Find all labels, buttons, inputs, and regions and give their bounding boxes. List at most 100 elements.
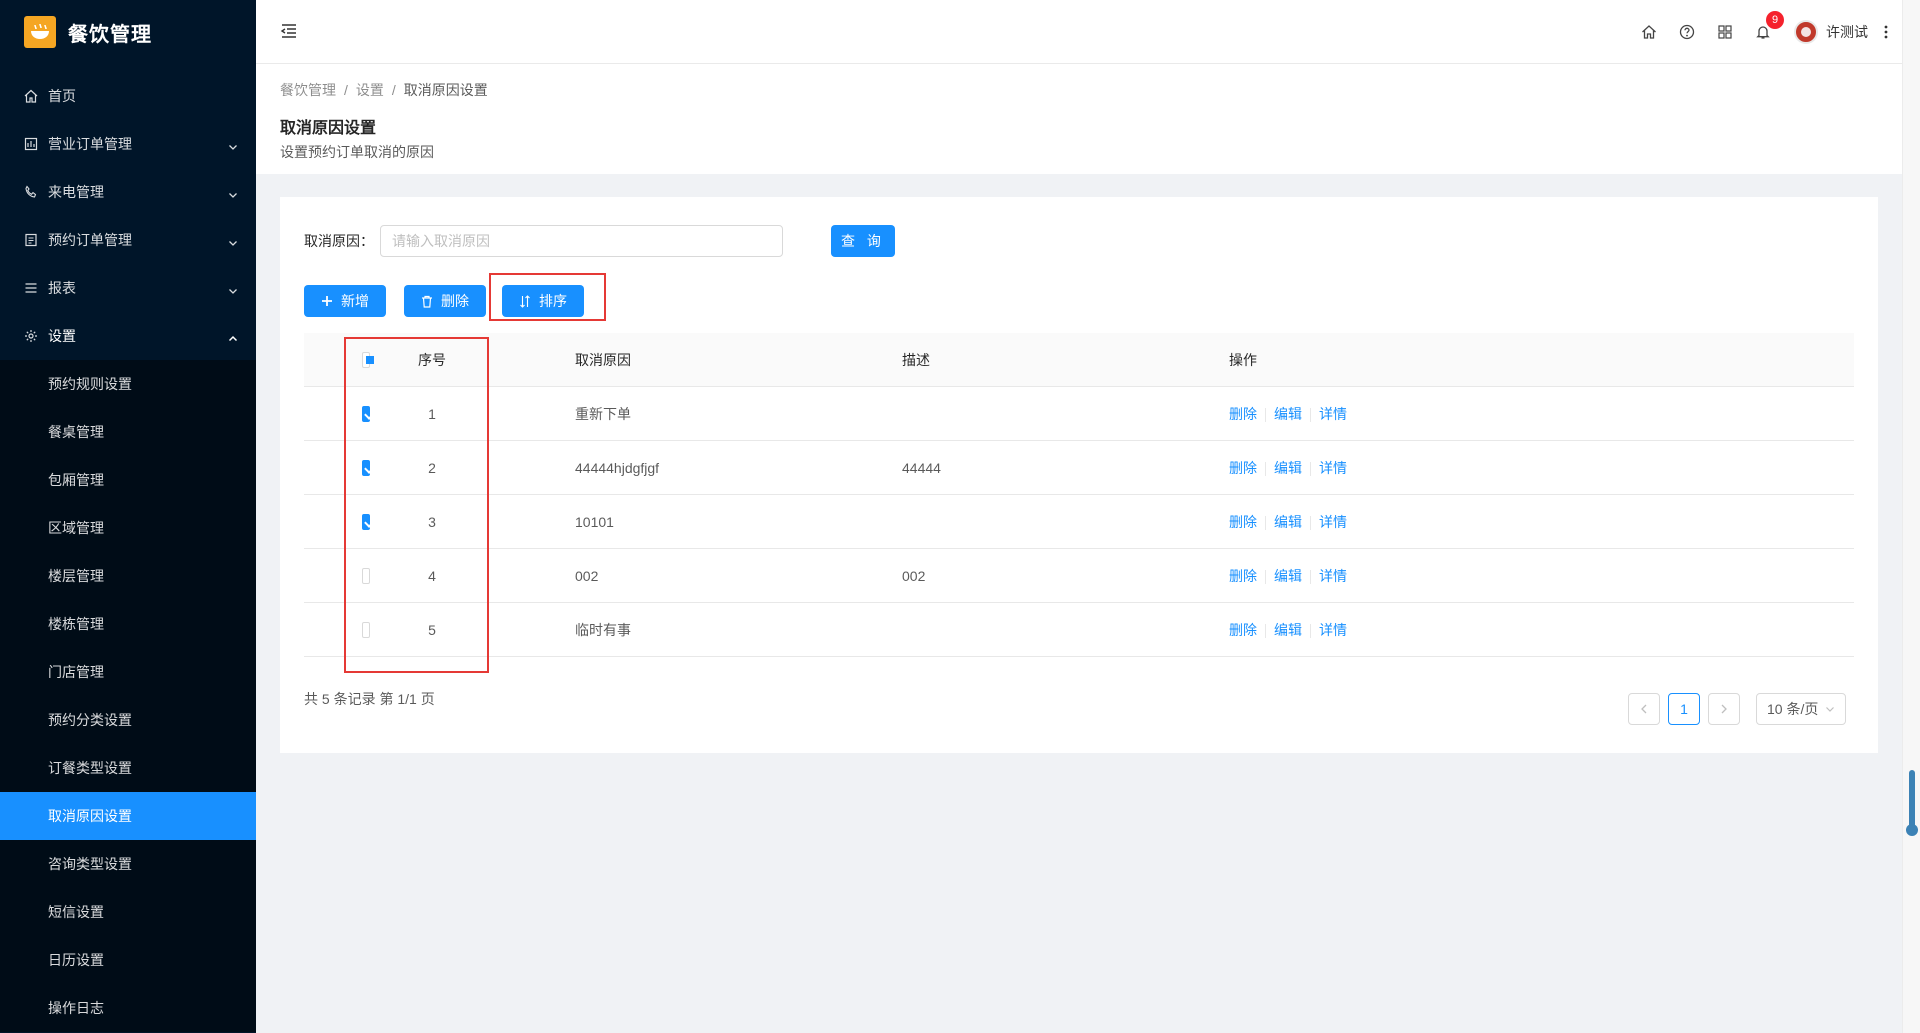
add-button[interactable]: 新增 <box>304 285 386 317</box>
delete-button[interactable]: 删除 <box>404 285 486 317</box>
highlight-box-sort <box>489 273 606 321</box>
sidebar-item-calls[interactable]: 来电管理 <box>0 168 256 216</box>
page-size-select[interactable]: 10 条/页 <box>1756 693 1846 725</box>
sidebar-item-label: 来电管理 <box>48 184 104 200</box>
row-index: 3 <box>428 513 436 530</box>
sidebar-item-areas[interactable]: 区域管理 <box>0 504 256 552</box>
sidebar-item-cancel-reasons[interactable]: 取消原因设置 <box>0 792 256 840</box>
sidebar-item-reports[interactable]: 报表 <box>0 264 256 312</box>
apps-grid-icon[interactable] <box>1706 0 1744 64</box>
row-actions: 删除 编辑 详情 <box>1229 566 1854 586</box>
row-edit-link[interactable]: 编辑 <box>1274 406 1302 422</box>
page-description: 设置预约订单取消的原因 <box>280 144 434 160</box>
row-checkbox[interactable] <box>362 567 370 584</box>
sidebar-item-reservation-categories[interactable]: 预约分类设置 <box>0 696 256 744</box>
row-delete-link[interactable]: 删除 <box>1229 622 1257 638</box>
row-detail-link[interactable]: 详情 <box>1319 622 1347 638</box>
select-all-checkbox[interactable] <box>362 351 374 368</box>
prev-page-button[interactable] <box>1628 693 1660 725</box>
query-button[interactable]: 查 询 <box>831 225 895 257</box>
sidebar-item-label: 预约订单管理 <box>48 232 132 248</box>
more-vertical-icon[interactable] <box>1876 0 1896 64</box>
row-reason: 10101 <box>575 513 614 530</box>
sidebar-item-meal-types[interactable]: 订餐类型设置 <box>0 744 256 792</box>
row-checkbox[interactable] <box>362 405 370 422</box>
sidebar-item-inquiry-types[interactable]: 咨询类型设置 <box>0 840 256 888</box>
sidebar-item-label: 预约分类设置 <box>48 712 132 728</box>
chevron-down-icon <box>228 187 238 198</box>
chevron-down-icon <box>228 139 238 150</box>
sidebar-item-home[interactable]: 首页 <box>0 72 256 120</box>
row-edit-link[interactable]: 编辑 <box>1274 514 1302 530</box>
row-reason: 002 <box>575 567 599 584</box>
row-delete-link[interactable]: 删除 <box>1229 568 1257 584</box>
sidebar-item-floors[interactable]: 楼层管理 <box>0 552 256 600</box>
row-checkbox[interactable] <box>362 621 370 638</box>
row-checkbox[interactable] <box>362 513 370 530</box>
cancel-reason-search-input[interactable] <box>380 225 783 257</box>
row-detail-link[interactable]: 详情 <box>1319 514 1347 530</box>
settings-submenu: 预约规则设置 餐桌管理 包厢管理 区域管理 楼层管理 楼栋管理 门店管理 预约分… <box>0 360 256 1032</box>
action-divider <box>1310 515 1311 530</box>
sidebar-item-operation-log[interactable]: 操作日志 <box>0 984 256 1032</box>
sidebar-item-buildings[interactable]: 楼栋管理 <box>0 600 256 648</box>
vertical-scrollbar[interactable] <box>1902 0 1920 1033</box>
next-page-button[interactable] <box>1708 693 1740 725</box>
sidebar-item-label: 门店管理 <box>48 664 104 680</box>
table-row: 4 002 002 删除 编辑 详情 <box>304 549 1854 603</box>
sidebar-item-settings[interactable]: 设置 <box>0 312 256 360</box>
sidebar-item-label: 短信设置 <box>48 904 104 920</box>
action-divider <box>1310 623 1311 638</box>
page-header: 餐饮管理 / 设置 / 取消原因设置 取消原因设置 设置预约订单取消的原因 <box>256 64 1902 174</box>
home-icon[interactable] <box>1630 0 1668 64</box>
row-edit-link[interactable]: 编辑 <box>1274 568 1302 584</box>
row-edit-link[interactable]: 编辑 <box>1274 622 1302 638</box>
sidebar-item-business-orders[interactable]: 营业订单管理 <box>0 120 256 168</box>
row-actions: 删除 编辑 详情 <box>1229 458 1854 478</box>
sidebar-item-private-rooms[interactable]: 包厢管理 <box>0 456 256 504</box>
row-detail-link[interactable]: 详情 <box>1319 568 1347 584</box>
row-checkbox-cell <box>304 513 370 530</box>
sidebar-item-label: 日历设置 <box>48 952 104 968</box>
row-detail-link[interactable]: 详情 <box>1319 460 1347 476</box>
column-header-description: 描述 <box>902 351 930 368</box>
sidebar-item-label: 包厢管理 <box>48 472 104 488</box>
help-icon[interactable] <box>1668 0 1706 64</box>
toolbar: 新增 删除 排序 <box>304 273 1854 321</box>
row-reason: 44444hjdgfjgf <box>575 459 660 476</box>
action-divider <box>1265 623 1266 638</box>
menu-fold-icon[interactable] <box>280 22 298 43</box>
header-checkbox-cell <box>304 351 374 368</box>
sidebar-item-label: 楼层管理 <box>48 568 104 584</box>
breadcrumb-item[interactable]: 餐饮管理 <box>280 80 336 100</box>
sidebar-item-reservation-orders[interactable]: 预约订单管理 <box>0 216 256 264</box>
table-header: 序号 取消原因 描述 操作 <box>304 333 1854 387</box>
row-detail-link[interactable]: 详情 <box>1319 406 1347 422</box>
row-checkbox[interactable] <box>362 459 370 476</box>
scrollbar-thumb[interactable] <box>1906 770 1918 836</box>
sidebar-item-calendar[interactable]: 日历设置 <box>0 936 256 984</box>
trash-icon <box>422 295 432 308</box>
sidebar-item-stores[interactable]: 门店管理 <box>0 648 256 696</box>
breadcrumb-item[interactable]: 设置 <box>356 80 384 100</box>
column-header-actions: 操作 <box>1229 351 1257 368</box>
sidebar-item-label: 设置 <box>48 328 76 344</box>
sidebar: 餐饮管理 首页 营业订单管理 来电管理 预约订单管理 报表 设置 预约规则设置 … <box>0 0 256 1033</box>
row-reason: 临时有事 <box>575 621 631 638</box>
breadcrumb-separator: / <box>391 82 396 98</box>
sidebar-item-sms[interactable]: 短信设置 <box>0 888 256 936</box>
row-edit-link[interactable]: 编辑 <box>1274 460 1302 476</box>
row-delete-link[interactable]: 删除 <box>1229 514 1257 530</box>
row-index: 5 <box>428 621 436 638</box>
logo[interactable]: 餐饮管理 <box>0 0 256 64</box>
bell-icon[interactable]: 9 <box>1744 0 1784 64</box>
chevron-right-icon <box>1721 704 1727 714</box>
row-delete-link[interactable]: 删除 <box>1229 460 1257 476</box>
user-menu[interactable]: 许测试 <box>1794 20 1868 44</box>
report-icon <box>24 281 38 295</box>
row-delete-link[interactable]: 删除 <box>1229 406 1257 422</box>
sidebar-item-reservation-rules[interactable]: 预约规则设置 <box>0 360 256 408</box>
sidebar-item-tables[interactable]: 餐桌管理 <box>0 408 256 456</box>
chevron-down-icon <box>1826 707 1834 712</box>
page-number-button[interactable]: 1 <box>1668 693 1700 725</box>
